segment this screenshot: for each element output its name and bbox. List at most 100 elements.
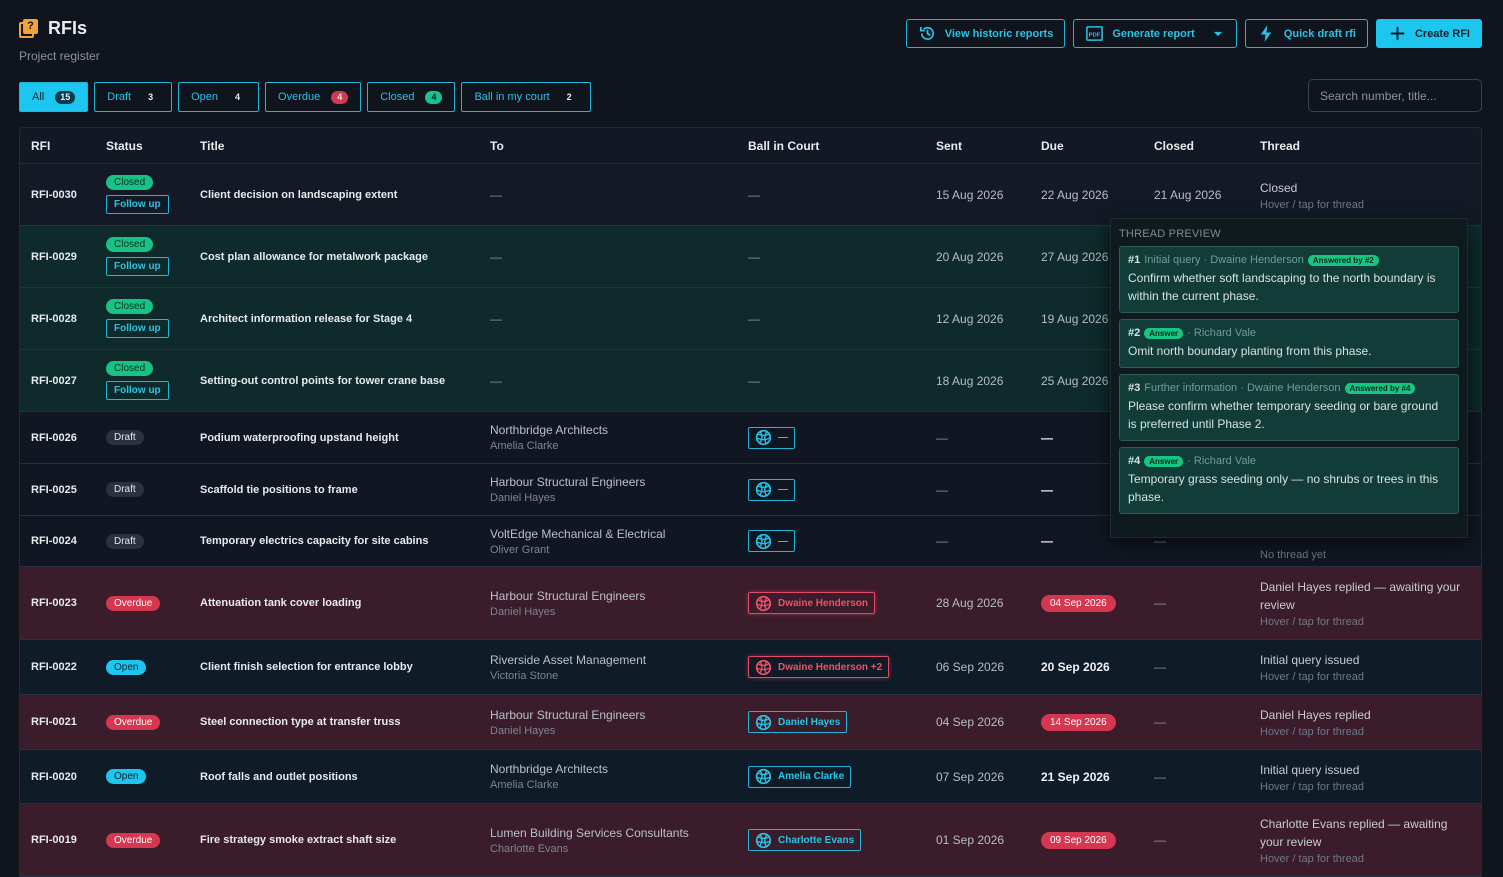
rfi-number[interactable]: RFI-0026 (31, 432, 77, 444)
recipient-company: Harbour Structural Engineers (490, 475, 646, 489)
table-row[interactable]: RFI-0021 Overdue Steel connection type at … (20, 695, 1481, 750)
filter-open[interactable]: Open 4 (178, 82, 260, 112)
ball-in-court-chip[interactable]: — (748, 530, 795, 552)
rfi-title[interactable]: Temporary electrics capacity for site ca… (200, 535, 428, 547)
company-logo-icon (755, 533, 772, 549)
ball-in-court-chip[interactable]: — (748, 478, 795, 501)
thread-summary[interactable]: Initial query issued (1260, 651, 1470, 669)
generate-report-label: Generate report (1112, 27, 1195, 40)
follow-up-button[interactable]: Follow up (106, 319, 169, 338)
column-header-to[interactable]: To (490, 139, 504, 153)
column-header-rfi[interactable]: RFI (31, 139, 50, 153)
rfi-number[interactable]: RFI-0029 (31, 251, 77, 263)
rfi-title[interactable]: Client finish selection for entrance lob… (200, 661, 413, 673)
rfi-title[interactable]: Setting-out control points for tower cra… (200, 375, 445, 387)
rfi-title[interactable]: Architect information release for Stage … (200, 313, 412, 325)
thread-preview-title: THREAD PREVIEW (1119, 228, 1221, 240)
rfi-number[interactable]: RFI-0019 (31, 834, 77, 846)
due-date: 25 Aug 2026 (1041, 373, 1109, 388)
table-row[interactable]: RFI-0030 Closed Follow up Client decision o… (20, 164, 1481, 226)
ball-in-court-chip[interactable]: Charlotte Evans (748, 829, 862, 851)
rfi-number[interactable]: RFI-0020 (31, 771, 77, 783)
follow-up-button[interactable]: Follow up (106, 257, 169, 276)
filter-ball-in-my-court[interactable]: Ball in my court 2 (461, 82, 591, 112)
company-logo-icon (755, 768, 772, 785)
ball-in-court-chip[interactable]: Daniel Hayes (748, 711, 848, 733)
page-header: ? RFIs Project register (19, 18, 100, 63)
thread-summary[interactable]: Daniel Hayes replied — awaiting your rev… (1260, 578, 1470, 614)
company-logo-icon (755, 429, 772, 446)
quick-draft-rfi-button[interactable]: Quick draft rfi (1244, 19, 1368, 48)
rfi-title[interactable]: Roof falls and outlet positions (200, 771, 358, 783)
filter-draft[interactable]: Draft 3 (94, 82, 173, 112)
thread-summary[interactable]: Initial query issued (1260, 761, 1470, 779)
rfi-title[interactable]: Client decision on landscaping extent (200, 189, 397, 201)
rfi-number[interactable]: RFI-0024 (31, 535, 77, 547)
recipient-person: Victoria Stone (490, 669, 559, 682)
rfi-title[interactable]: Steel connection type at transfer truss (200, 716, 401, 728)
rfi-title[interactable]: Attenuation tank cover loading (200, 597, 361, 609)
ball-in-court-name: — (778, 484, 788, 495)
ball-in-court-empty: — (748, 373, 760, 388)
ball-in-court-chip[interactable]: — (748, 426, 795, 449)
table-row[interactable]: RFI-0019 Overdue Fire strategy smoke extra… (20, 804, 1481, 877)
due-date: 04 Sep 2026 (1041, 594, 1116, 612)
answer-badge: Answer (1144, 327, 1184, 339)
ball-in-court-chip[interactable]: Dwaine Henderson +2 (748, 656, 890, 678)
rfi-title[interactable]: Podium waterproofing upstand height (200, 432, 399, 444)
rfi-number[interactable]: RFI-0022 (31, 661, 77, 673)
column-header-thread[interactable]: Thread (1260, 139, 1300, 153)
column-header-status[interactable]: Status (106, 139, 143, 153)
rfi-title[interactable]: Cost plan allowance for metalwork packag… (200, 251, 428, 263)
rfi-title[interactable]: Fire strategy smoke extract shaft size (200, 834, 396, 846)
rfi-number[interactable]: RFI-0025 (31, 484, 77, 496)
view-historic-reports-button[interactable]: View historic reports (905, 19, 1066, 48)
table-row[interactable]: RFI-0020 Open Roof falls and outlet positi… (20, 750, 1481, 804)
recipient-person: Amelia Clarke (490, 779, 559, 791)
thread-summary[interactable]: Daniel Hayes replied (1260, 706, 1470, 724)
sent-date: 28 Aug 2026 (936, 596, 1004, 610)
status-badge: Overdue (106, 714, 161, 730)
filter-label: Closed (380, 91, 415, 103)
column-header-closed[interactable]: Closed (1154, 139, 1194, 153)
filter-overdue[interactable]: Overdue 4 (265, 82, 362, 112)
rfi-number[interactable]: RFI-0027 (31, 375, 77, 387)
rfi-badge-icon: ? (19, 19, 39, 38)
rfi-number[interactable]: RFI-0030 (31, 189, 77, 201)
column-header-ball-in-court[interactable]: Ball in Court (748, 139, 819, 153)
thread-summary[interactable]: Closed (1260, 179, 1470, 197)
table-row[interactable]: RFI-0022 Open Client finish selection for … (20, 640, 1481, 695)
rfi-title[interactable]: Scaffold tie positions to frame (200, 484, 358, 496)
follow-up-button[interactable]: Follow up (106, 381, 169, 400)
due-date: 27 Aug 2026 (1041, 249, 1109, 264)
column-header-due[interactable]: Due (1041, 139, 1064, 153)
sent-date: 07 Sep 2026 (936, 769, 1005, 784)
filter-label: Ball in my court (474, 91, 550, 103)
ball-in-court-chip[interactable]: Amelia Clarke (748, 765, 852, 788)
table-row[interactable]: RFI-0023 Overdue Attenuation tank cover lo… (20, 567, 1481, 640)
status-badge: Closed (106, 175, 154, 190)
thread-summary[interactable]: Charlotte Evans replied — awaiting your … (1260, 815, 1470, 851)
due-date: 14 Sep 2026 (1041, 713, 1116, 731)
column-header-sent[interactable]: Sent (936, 139, 962, 153)
generate-report-button[interactable]: PDF Generate report (1073, 19, 1237, 48)
sent-date: 20 Aug 2026 (936, 249, 1004, 264)
sent-date: — (936, 430, 948, 445)
ball-in-court-empty: — (748, 187, 760, 202)
filter-all[interactable]: All 15 (19, 82, 89, 112)
thread-hint: Hover / tap for thread (1260, 671, 1364, 683)
status-badge: Draft (106, 533, 144, 549)
rfi-number[interactable]: RFI-0021 (31, 716, 77, 728)
ball-in-court-chip[interactable]: Dwaine Henderson (748, 592, 876, 614)
filter-closed[interactable]: Closed 4 (367, 82, 456, 112)
thread-summary[interactable]: No thread yet (1260, 546, 1470, 564)
create-rfi-button[interactable]: Create RFI (1375, 19, 1482, 48)
message-number: #3 (1128, 382, 1141, 394)
rfi-number[interactable]: RFI-0023 (31, 597, 77, 609)
search-input[interactable] (1308, 79, 1482, 112)
due-date: — (1041, 482, 1053, 497)
column-header-title[interactable]: Title (200, 139, 224, 153)
due-date: 21 Sep 2026 (1041, 769, 1110, 784)
follow-up-button[interactable]: Follow up (106, 195, 169, 214)
rfi-number[interactable]: RFI-0028 (31, 313, 77, 325)
